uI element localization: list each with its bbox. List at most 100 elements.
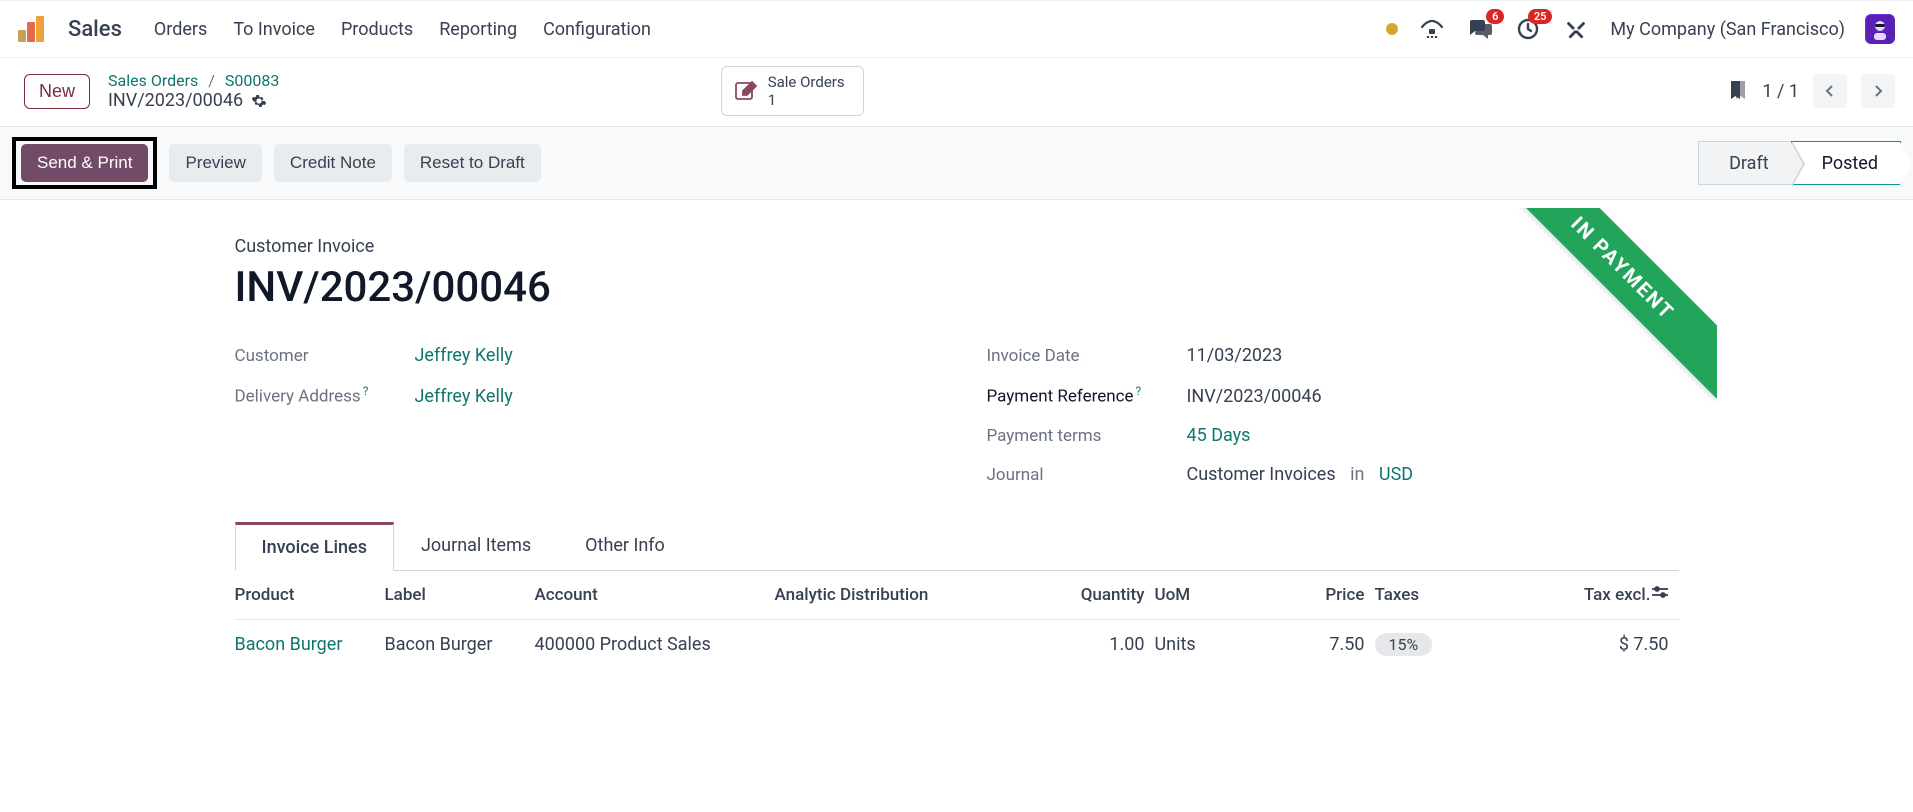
breadcrumb-root[interactable]: Sales Orders: [108, 71, 198, 90]
smart-button-title: Sale Orders: [768, 73, 845, 91]
smart-button-count: 1: [768, 91, 845, 109]
main-menu: Orders To Invoice Products Reporting Con…: [154, 19, 651, 40]
field-invoice-date: Invoice Date 11/03/2023: [987, 336, 1679, 375]
invoice-date-label: Invoice Date: [987, 346, 1187, 366]
activities-badge: 25: [1528, 9, 1553, 24]
field-delivery-address: Delivery Address? Jeffrey Kelly: [235, 375, 927, 416]
send-print-button[interactable]: Send & Print: [21, 144, 148, 182]
messages-badge: 6: [1486, 9, 1504, 24]
menu-orders[interactable]: Orders: [154, 19, 207, 40]
new-button[interactable]: New: [24, 74, 90, 109]
tab-journal-items[interactable]: Journal Items: [394, 522, 558, 570]
notebook-tabs: Invoice Lines Journal Items Other Info: [235, 522, 1679, 571]
company-selector[interactable]: My Company (San Francisco): [1610, 19, 1845, 40]
th-price[interactable]: Price: [1275, 571, 1375, 620]
cell-analytic[interactable]: [775, 619, 1035, 669]
journal-name[interactable]: Customer Invoices: [1187, 464, 1336, 485]
activities-icon[interactable]: 25: [1514, 15, 1542, 43]
th-tax-excl-text: Tax excl.: [1584, 585, 1651, 605]
th-tax-excl[interactable]: Tax excl.: [1475, 571, 1679, 620]
sheet-title: INV/2023/00046: [235, 263, 1679, 312]
pager-prev-button[interactable]: [1813, 74, 1847, 108]
journal-label: Journal: [987, 465, 1187, 485]
cell-quantity[interactable]: 1.00: [1035, 619, 1155, 669]
cell-tax-excl[interactable]: $ 7.50: [1475, 619, 1679, 669]
delivery-label: Delivery Address?: [235, 384, 415, 407]
journal-in-label: in: [1350, 464, 1364, 485]
systray: 6 25 My Company (San Francisco): [1386, 14, 1895, 44]
breadcrumb-current-label: INV/2023/00046: [108, 90, 243, 111]
help-icon[interactable]: ?: [1136, 384, 1142, 398]
invoice-date-value[interactable]: 11/03/2023: [1187, 345, 1283, 366]
breadcrumb-sep: /: [208, 71, 215, 90]
reset-to-draft-button[interactable]: Reset to Draft: [404, 144, 541, 182]
table-row[interactable]: Bacon Burger Bacon Burger 400000 Product…: [235, 619, 1679, 669]
user-avatar[interactable]: [1865, 14, 1895, 44]
customer-value[interactable]: Jeffrey Kelly: [415, 345, 513, 366]
columns-adjust-icon[interactable]: [1651, 585, 1669, 599]
journal-currency[interactable]: USD: [1379, 464, 1413, 485]
form-sheet: IN PAYMENT Customer Invoice INV/2023/000…: [197, 208, 1717, 669]
payment-terms-label: Payment terms: [987, 426, 1187, 446]
payment-ref-label: Payment Reference?: [987, 384, 1187, 407]
menu-reporting[interactable]: Reporting: [439, 19, 517, 40]
smart-buttons: Sale Orders 1: [721, 66, 864, 116]
th-uom[interactable]: UoM: [1155, 571, 1275, 620]
breadcrumb: Sales Orders / S00083: [108, 71, 279, 90]
messages-icon[interactable]: 6: [1466, 15, 1494, 43]
payment-terms-value[interactable]: 45 Days: [1187, 425, 1251, 446]
fields-right: Invoice Date 11/03/2023 Payment Referenc…: [987, 336, 1679, 494]
breadcrumb-block: Sales Orders / S00083 INV/2023/00046: [108, 71, 279, 111]
field-journal: Journal Customer Invoices in USD: [987, 455, 1679, 494]
th-label[interactable]: Label: [385, 571, 535, 620]
pager-next-button[interactable]: [1861, 74, 1895, 108]
th-product[interactable]: Product: [235, 571, 385, 620]
pager-text: 1 / 1: [1762, 81, 1799, 102]
top-navbar: Sales Orders To Invoice Products Reporti…: [0, 0, 1913, 58]
status-posted[interactable]: Posted: [1791, 141, 1901, 185]
th-taxes[interactable]: Taxes: [1375, 571, 1475, 620]
menu-configuration[interactable]: Configuration: [543, 19, 651, 40]
cell-label[interactable]: Bacon Burger: [385, 619, 535, 669]
payment-ref-value[interactable]: INV/2023/00046: [1187, 386, 1322, 407]
gear-icon[interactable]: [251, 93, 267, 109]
th-quantity[interactable]: Quantity: [1035, 571, 1155, 620]
cell-uom[interactable]: Units: [1155, 619, 1275, 669]
cell-taxes[interactable]: 15%: [1375, 619, 1475, 669]
breadcrumb-current: INV/2023/00046: [108, 90, 279, 111]
cell-price[interactable]: 7.50: [1275, 619, 1375, 669]
status-draft[interactable]: Draft: [1698, 141, 1791, 185]
status-dot-icon: [1386, 23, 1398, 35]
help-icon[interactable]: ?: [363, 384, 369, 398]
delivery-value[interactable]: Jeffrey Kelly: [415, 386, 513, 407]
field-payment-terms: Payment terms 45 Days: [987, 416, 1679, 455]
bookmark-icon[interactable]: [1728, 79, 1748, 103]
tools-icon[interactable]: [1562, 15, 1590, 43]
th-analytic[interactable]: Analytic Distribution: [775, 571, 1035, 620]
menu-to-invoice[interactable]: To Invoice: [233, 19, 315, 40]
field-payment-reference: Payment Reference? INV/2023/00046: [987, 375, 1679, 416]
customer-label: Customer: [235, 346, 415, 366]
tax-pill: 15%: [1375, 633, 1433, 656]
fields-grid: Customer Jeffrey Kelly Delivery Address?…: [235, 336, 1679, 494]
journal-value: Customer Invoices in USD: [1187, 464, 1414, 485]
tab-other-info[interactable]: Other Info: [558, 522, 692, 570]
fields-left: Customer Jeffrey Kelly Delivery Address?…: [235, 336, 927, 494]
delivery-label-text: Delivery Address: [235, 387, 361, 407]
cell-account[interactable]: 400000 Product Sales: [535, 619, 775, 669]
payment-ref-label-text: Payment Reference: [987, 387, 1134, 407]
menu-products[interactable]: Products: [341, 19, 413, 40]
status-bar: Send & Print Preview Credit Note Reset t…: [0, 126, 1913, 200]
control-panel: New Sales Orders / S00083 INV/2023/00046…: [0, 58, 1913, 126]
app-title[interactable]: Sales: [68, 17, 122, 42]
phone-icon[interactable]: [1418, 15, 1446, 43]
credit-note-button[interactable]: Credit Note: [274, 144, 392, 182]
preview-button[interactable]: Preview: [169, 144, 261, 182]
invoice-lines-table: Product Label Account Analytic Distribut…: [235, 571, 1679, 669]
tab-invoice-lines[interactable]: Invoice Lines: [235, 522, 394, 571]
breadcrumb-parent[interactable]: S00083: [225, 71, 279, 90]
app-logo-icon: [18, 16, 44, 42]
th-account[interactable]: Account: [535, 571, 775, 620]
cell-product[interactable]: Bacon Burger: [235, 634, 343, 655]
sale-orders-smart-button[interactable]: Sale Orders 1: [721, 66, 864, 116]
